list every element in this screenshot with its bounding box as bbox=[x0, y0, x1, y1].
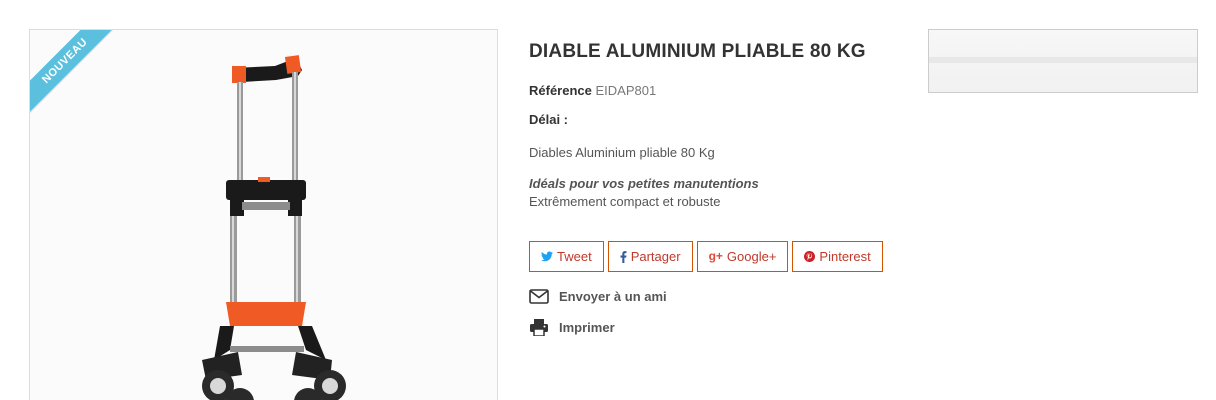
cart-box-divider bbox=[929, 57, 1197, 63]
google-plus-label: Google+ bbox=[726, 249, 777, 264]
highlight-text: Idéals pour vos petites manutentions bbox=[529, 176, 759, 191]
pinterest-label: Pinterest bbox=[819, 249, 871, 264]
printer-icon bbox=[530, 319, 548, 336]
delai-label: Délai : bbox=[529, 112, 569, 127]
product-image[interactable]: NOUVEAU bbox=[29, 29, 498, 400]
envelope-icon bbox=[529, 289, 549, 304]
cart-box bbox=[928, 29, 1198, 93]
send-to-friend-link[interactable]: Envoyer à un ami bbox=[529, 289, 667, 304]
short-description: Diables Aluminium pliable 80 Kg bbox=[529, 145, 715, 160]
google-plus-icon: g+ bbox=[708, 249, 723, 263]
facebook-icon bbox=[620, 250, 627, 263]
twitter-icon bbox=[541, 251, 553, 262]
tweet-button[interactable]: Tweet bbox=[529, 241, 604, 272]
print-label: Imprimer bbox=[559, 320, 615, 335]
pinterest-button[interactable]: Pinterest bbox=[792, 241, 883, 272]
print-link[interactable]: Imprimer bbox=[529, 319, 615, 336]
reference-value: EIDAP801 bbox=[595, 83, 657, 98]
send-to-friend-label: Envoyer à un ami bbox=[559, 289, 667, 304]
pinterest-icon bbox=[804, 251, 816, 262]
tweet-label: Tweet bbox=[557, 249, 592, 264]
facebook-share-button[interactable]: Partager bbox=[607, 241, 693, 272]
google-plus-button[interactable]: g+ Google+ bbox=[696, 241, 789, 272]
reference-label: Référence bbox=[529, 83, 592, 98]
share-buttons: Tweet Partager g+ Google+ Pinterest bbox=[529, 241, 883, 272]
reference-row: Référence EIDAP801 bbox=[529, 82, 909, 100]
facebook-share-label: Partager bbox=[630, 249, 681, 264]
product-page: NOUVEAU DIABLE ALUMINIUM PLIABLE 80 KG R… bbox=[0, 0, 1216, 400]
highlight-subtext: Extrêmement compact et robuste bbox=[529, 194, 721, 209]
hand-truck-image bbox=[30, 30, 497, 400]
product-title: DIABLE ALUMINIUM PLIABLE 80 KG bbox=[529, 41, 866, 62]
product-info: DIABLE ALUMINIUM PLIABLE 80 KG Référence… bbox=[529, 40, 909, 211]
